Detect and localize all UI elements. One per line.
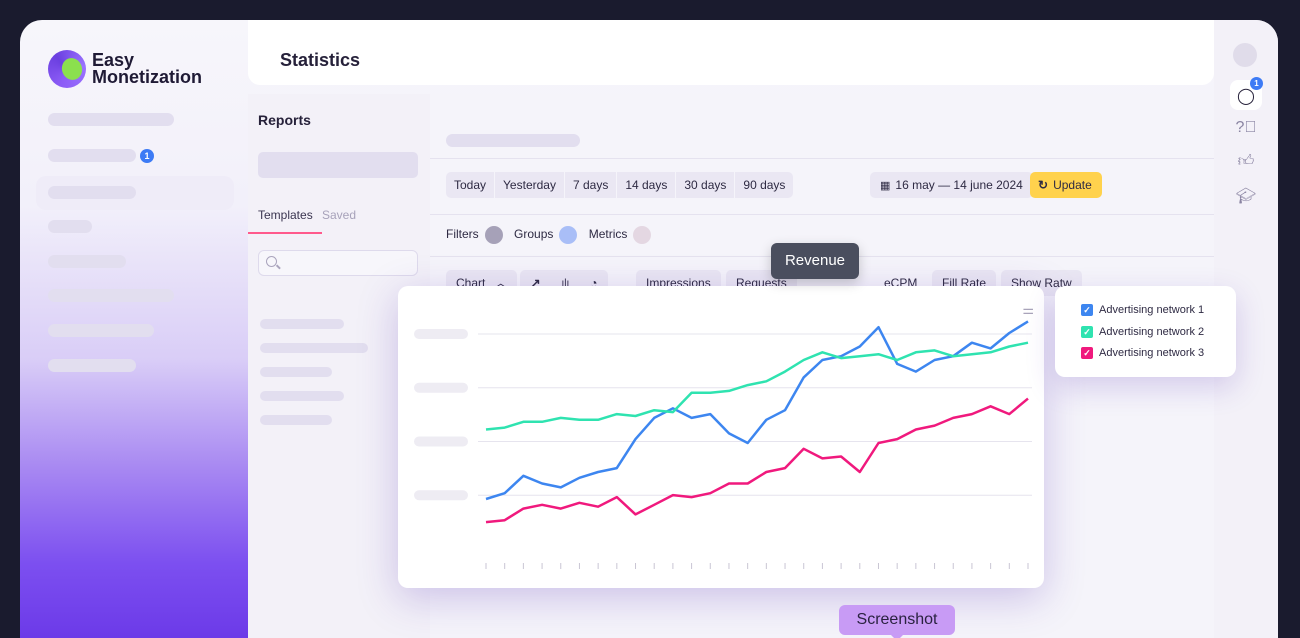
checkbox-checked-icon[interactable]: ✓ [1081, 347, 1093, 359]
page-title: Statistics [280, 50, 361, 70]
filters-label[interactable]: Filters [446, 227, 479, 241]
app-name-line2: Monetization [92, 67, 202, 87]
period-today[interactable]: Today [446, 172, 496, 198]
chat-badge: 1 [1250, 77, 1263, 90]
template-search-input[interactable] [258, 250, 418, 276]
series-line-network-3[interactable] [485, 397, 1029, 524]
app-window: Easy Monetization 1 Statistics Reports T… [20, 20, 1278, 638]
filter-bar: Filters Groups Metrics [446, 226, 659, 244]
date-range-text: 16 may — 14 june 2024 [895, 178, 1023, 192]
refresh-icon: ↻ [1038, 178, 1049, 192]
reports-title: Reports [258, 112, 311, 128]
template-list-item[interactable] [260, 319, 344, 329]
metric-revenue-tooltip: Revenue [771, 243, 859, 279]
filters-toggle[interactable] [484, 226, 503, 244]
y-axis-label-placeholder [414, 329, 468, 339]
avatar[interactable] [1233, 43, 1257, 67]
page-header: Statistics [248, 20, 1214, 85]
app-logo[interactable]: Easy Monetization [48, 50, 202, 88]
template-list-item[interactable] [260, 367, 332, 377]
groups-toggle[interactable] [559, 226, 578, 244]
chart-legend: ✓ Advertising network 1 ✓ Advertising ne… [1055, 286, 1236, 377]
tab-templates[interactable]: Templates [258, 208, 313, 222]
sidebar-item-placeholder[interactable] [48, 255, 126, 268]
groups-label[interactable]: Groups [514, 227, 553, 241]
divider [430, 158, 1214, 159]
sidebar-item-badge: 1 [140, 149, 154, 163]
metrics-label[interactable]: Metrics [589, 227, 628, 241]
template-list-item[interactable] [260, 391, 344, 401]
period-yesterday[interactable]: Yesterday [495, 172, 565, 198]
sidebar-item-placeholder[interactable] [48, 113, 174, 126]
series-line-network-1[interactable] [485, 320, 1029, 501]
search-icon [266, 256, 277, 267]
legend-label: Advertising network 1 [1099, 304, 1205, 316]
template-list-item[interactable] [260, 415, 332, 425]
thumbs-up-icon[interactable]: 👍︎ [1234, 150, 1258, 174]
chart-settings-icon[interactable]: ⚌ [1022, 302, 1034, 318]
sidebar-item-placeholder[interactable] [48, 186, 136, 199]
logo-mark-icon [48, 50, 86, 88]
checkbox-checked-icon[interactable]: ✓ [1081, 325, 1093, 338]
legend-item-network-3[interactable]: ✓ Advertising network 3 [1081, 346, 1236, 368]
legend-label: Advertising network 2 [1099, 325, 1205, 338]
update-label: Update [1053, 178, 1092, 192]
checkbox-checked-icon[interactable]: ✓ [1081, 304, 1093, 316]
legend-item-network-1[interactable]: ✓ Advertising network 1 [1081, 303, 1236, 325]
period-90-days[interactable]: 90 days [735, 172, 793, 198]
report-name-placeholder [446, 134, 580, 147]
help-icon[interactable]: ?⃝ [1234, 116, 1258, 140]
legend-label: Advertising network 3 [1099, 347, 1205, 359]
legend-item-network-2[interactable]: ✓ Advertising network 2 [1081, 325, 1236, 347]
screenshot-label: Screenshot [839, 605, 955, 638]
update-button[interactable]: ↻ Update [1030, 172, 1102, 198]
chat-button[interactable]: ◯ 1 [1230, 77, 1263, 110]
date-range-picker[interactable]: ▦ 16 may — 14 june 2024 [870, 172, 1033, 198]
divider [430, 214, 1214, 215]
sidebar-item-placeholder[interactable] [48, 359, 136, 372]
sidebar-item-placeholder[interactable] [48, 289, 174, 302]
sidebar: Easy Monetization 1 [20, 20, 248, 638]
period-14-days[interactable]: 14 days [617, 172, 677, 198]
y-axis-label-placeholder [414, 436, 468, 447]
sidebar-item-placeholder[interactable] [48, 220, 92, 233]
line-chart [414, 320, 1032, 569]
app-name: Easy Monetization [92, 51, 202, 87]
tab-saved[interactable]: Saved [322, 208, 356, 222]
chart-card: ⚌ [398, 286, 1044, 588]
y-axis-label-placeholder [414, 382, 468, 393]
period-30-days[interactable]: 30 days [676, 172, 736, 198]
series-line-network-2[interactable] [485, 341, 1029, 431]
period-selector: Today Yesterday 7 days 14 days 30 days 9… [446, 172, 794, 198]
metrics-toggle[interactable] [633, 226, 652, 244]
sidebar-item-placeholder[interactable] [48, 149, 136, 162]
calendar-icon: ▦ [880, 180, 890, 192]
period-7-days[interactable]: 7 days [565, 172, 618, 198]
y-axis-label-placeholder [414, 490, 468, 501]
sidebar-item-placeholder[interactable] [48, 324, 154, 337]
active-tab-underline [248, 232, 322, 234]
report-selector-placeholder[interactable] [258, 152, 418, 178]
graduation-cap-icon[interactable]: 🎓︎ [1234, 185, 1258, 209]
template-list-item[interactable] [260, 343, 368, 353]
